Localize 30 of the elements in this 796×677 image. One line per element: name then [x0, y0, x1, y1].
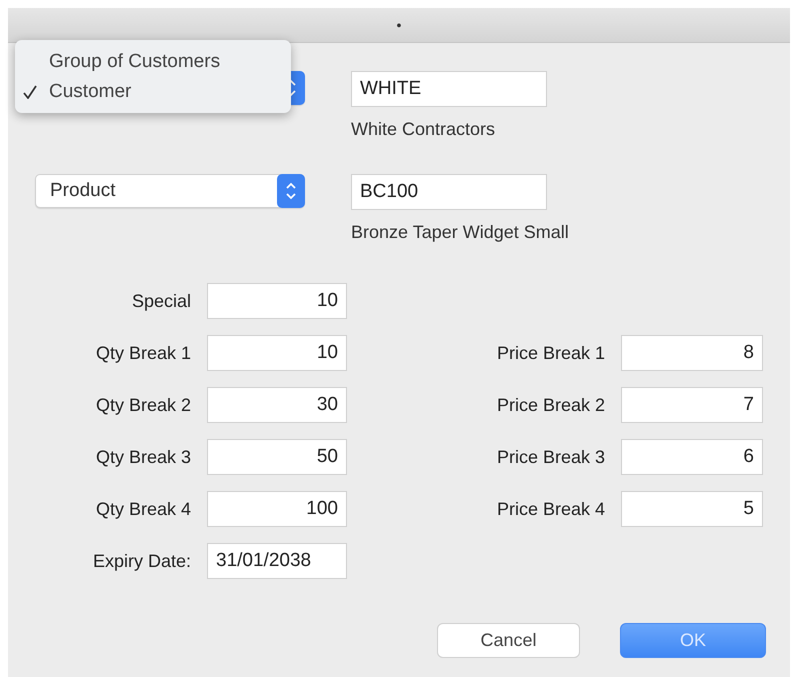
product-name: Bronze Taper Widget Small	[351, 222, 569, 243]
field-label: Price Break 1	[496, 342, 605, 364]
cancel-button[interactable]: Cancel	[437, 623, 580, 658]
qty-field[interactable]: 50	[207, 439, 347, 475]
qty-field[interactable]: 10	[207, 335, 347, 371]
field-label: Price Break 2	[496, 394, 605, 416]
qty-field[interactable]: 30	[207, 387, 347, 423]
field-label: Special	[130, 290, 191, 312]
price-field[interactable]: 6	[621, 439, 763, 475]
field-label: Expiry Date:	[92, 550, 191, 572]
field-label: Price Break 4	[496, 498, 605, 520]
field-label: Price Break 3	[496, 446, 605, 468]
product-popup[interactable]: Product	[35, 174, 305, 208]
field-label: Qty Break 1	[94, 342, 191, 364]
field-label: Qty Break 4	[94, 498, 191, 520]
customer-code-field[interactable]: WHITE	[351, 71, 547, 107]
customer-name: White Contractors	[351, 119, 496, 140]
stepper-icon	[277, 174, 305, 208]
price-field[interactable]: 5	[621, 491, 763, 527]
menu-item[interactable]: Group of Customers	[15, 46, 291, 76]
price-field[interactable]: 7	[621, 387, 763, 423]
menu-item[interactable]: Customer	[15, 76, 291, 106]
product-code-field[interactable]: BC100	[351, 174, 547, 210]
window-title: •	[396, 17, 402, 33]
price-field[interactable]: 8	[621, 335, 763, 371]
expiry-date-field[interactable]: 31/01/2038	[207, 543, 347, 579]
special-field[interactable]: 10	[207, 283, 347, 319]
field-label: Qty Break 2	[94, 394, 191, 416]
field-label: Qty Break 3	[94, 446, 191, 468]
qty-field[interactable]: 100	[207, 491, 347, 527]
